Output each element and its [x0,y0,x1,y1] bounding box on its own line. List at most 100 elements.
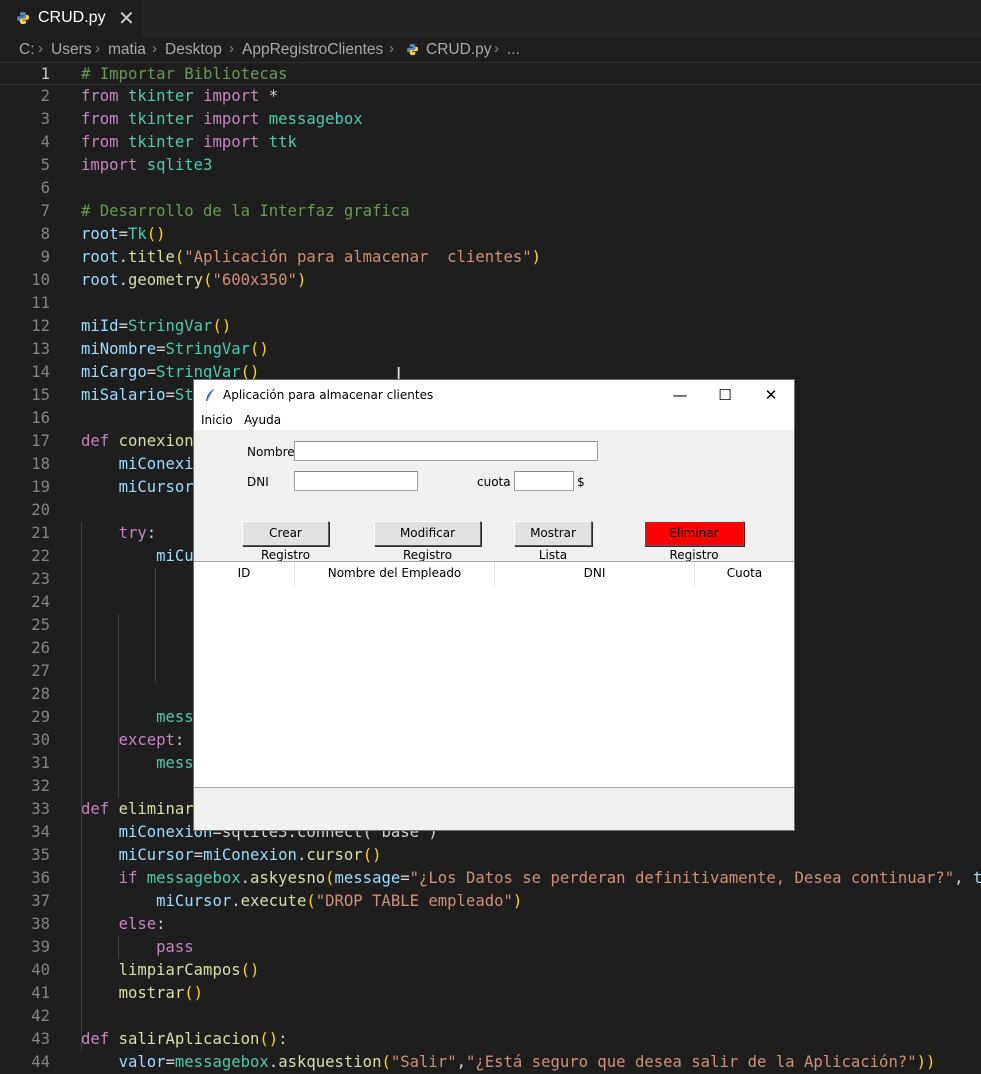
code-token: title [127,248,175,266]
code-token: miConexi [118,455,194,473]
breadcrumb-item[interactable]: C: [19,41,35,59]
code-token: St [174,386,194,404]
line-number: 3 [40,110,50,128]
code-token: tkinter [127,133,204,151]
code-token: "DROP TABLE empleado" [315,892,513,910]
code-token: tkinter [127,110,204,128]
menu-ayuda[interactable]: Ayuda [244,413,281,427]
tk-app-window[interactable]: Aplicación para almacenar clientes — ☐ ✕… [194,380,794,830]
code-line[interactable]: 36 if messagebox.askyesno(message="¿Los … [0,867,981,890]
code-token: miConexion [203,846,297,864]
code-line[interactable]: 38 else: [0,913,981,936]
code-line[interactable]: 41 mostrar() [0,982,981,1005]
code-line[interactable]: 10 root.geometry("600x350") [0,269,981,292]
code-token: askquestion [278,1053,382,1071]
breadcrumb-item[interactable]: Desktop [165,41,222,59]
code-text: miId=StringVar() [81,315,231,338]
code-token: valor [118,1053,166,1071]
code-line[interactable]: 35 miCursor=miConexion.cursor() [0,844,981,867]
code-token: import [203,87,269,105]
breadcrumb-item[interactable]: Users [51,41,91,59]
line-number: 19 [31,478,50,496]
code-token: miSalario [81,386,166,404]
code-line[interactable]: 40 limpiarCampos() [0,959,981,982]
employee-table[interactable]: ID Nombre del Empleado DNI Cuota [194,561,794,788]
code-line[interactable]: 4 from tkinter import ttk [0,131,981,154]
code-token: def [81,800,119,818]
code-token: messagebox [268,110,363,128]
code-token: ) [531,248,542,266]
code-line[interactable]: 12 miId=StringVar() [0,315,981,338]
breadcrumb-item[interactable]: matia [108,41,146,59]
breadcrumb-item[interactable]: AppRegistroClientes [242,41,383,59]
code-text: from tkinter import messagebox [81,108,363,131]
code-line[interactable]: 42 [0,1005,981,1028]
line-number: 41 [31,984,50,1002]
code-text: miSalario=St [81,384,194,407]
code-line[interactable]: 8 root=Tk() [0,223,981,246]
code-token: . [240,869,251,887]
code-line[interactable]: 13 miNombre=StringVar() [0,338,981,361]
line-number: 8 [40,225,50,243]
line-number: 25 [31,616,50,634]
code-token: = [400,869,410,887]
cuota-label: cuota [477,475,511,489]
breadcrumb-item[interactable]: CRUD.py [426,41,491,59]
close-window-button[interactable]: ✕ [748,380,794,411]
close-icon[interactable]: ✕ [118,6,135,31]
column-header-dni[interactable]: DNI [495,562,694,585]
cuota-input[interactable] [514,471,574,491]
code-token: "¿Los Datos se perderan definitivamente,… [409,869,955,887]
line-number: 43 [31,1030,50,1048]
code-text: miCu [81,545,194,568]
code-line[interactable]: 3 from tkinter import messagebox [0,108,981,131]
code-token: eliminar [118,800,194,818]
code-token: geometry [127,271,204,289]
menu-inicio[interactable]: Inicio [201,413,233,427]
code-token: mess [156,754,194,772]
crear-registro-button[interactable]: Crear Registro [242,521,329,562]
code-token: if [118,869,147,887]
line-number: 6 [40,179,50,197]
eliminar-registro-button[interactable]: Eliminar Registro [644,521,744,562]
code-line[interactable]: 43 def salirAplicacion(): [0,1028,981,1051]
column-header-nombre[interactable]: Nombre del Empleado [295,562,494,585]
code-token: () [184,984,204,1002]
breadcrumb-item[interactable]: ... [507,41,520,59]
tab-crud-py[interactable]: CRUD.py ✕ [0,0,142,37]
window-titlebar[interactable]: Aplicación para almacenar clientes — ☐ ✕ [194,380,794,411]
code-line[interactable]: 2 from tkinter import * [0,85,981,108]
code-token: StringVar [156,363,241,381]
mostrar-lista-button[interactable]: Mostrar Lista [514,521,592,562]
modificar-registro-button[interactable]: Modificar Registro [374,521,481,562]
line-number: 12 [31,317,50,335]
code-line[interactable]: 37 miCursor.execute("DROP TABLE empleado… [0,890,981,913]
column-header-cuota[interactable]: Cuota [695,562,794,585]
column-header-id[interactable]: ID [194,562,294,585]
code-line[interactable]: 44 valor=messagebox.askquestion("Salir",… [0,1051,981,1074]
code-token: mess [156,708,194,726]
code-token: import [81,156,147,174]
minimize-button[interactable]: — [657,380,703,411]
dni-input[interactable] [294,471,418,491]
code-line[interactable]: 7 # Desarrollo de la Interfaz grafica [0,200,981,223]
line-number: 14 [31,363,50,381]
code-token: . [231,892,241,910]
maximize-button[interactable]: ☐ [702,380,748,411]
code-line[interactable]: 39 pass [0,936,981,959]
nombre-input[interactable] [294,441,598,461]
code-token: def [81,1030,119,1048]
code-line[interactable]: 1 # Importar Bibliotecas [0,62,981,85]
code-line[interactable]: 6 [0,177,981,200]
code-line[interactable]: 11 [0,292,981,315]
code-line[interactable]: 5 import sqlite3 [0,154,981,177]
code-token: : [156,915,166,933]
code-line[interactable]: 9 root.title("Aplicación para almacenar c… [0,246,981,269]
code-token: mostrar [118,984,185,1002]
